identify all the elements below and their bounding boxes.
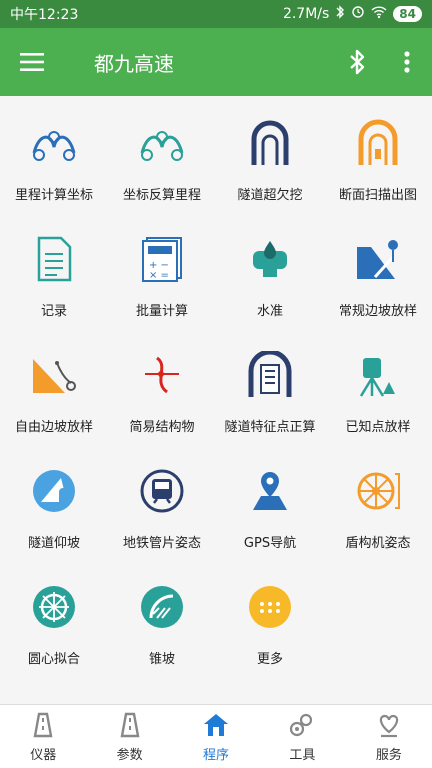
road-icon bbox=[28, 710, 58, 740]
section-scan-icon bbox=[353, 116, 403, 170]
heart-hand-icon bbox=[374, 710, 404, 740]
status-time: 中午12:23 bbox=[10, 7, 79, 23]
program-label: 锥坡 bbox=[148, 652, 175, 667]
program-label: 坐标反算里程 bbox=[122, 188, 201, 203]
menu-button[interactable] bbox=[0, 28, 64, 96]
gps-pin-icon bbox=[245, 464, 295, 518]
program-item[interactable]: 已知点放样 bbox=[324, 338, 432, 454]
program-label: 常规边坡放样 bbox=[338, 304, 417, 319]
program-label: 批量计算 bbox=[135, 304, 188, 319]
program-item[interactable]: GPS导航 bbox=[216, 454, 324, 570]
program-item[interactable]: + − × = 批量计算 bbox=[108, 222, 216, 338]
vertical-dots-icon bbox=[404, 51, 410, 73]
cone-slope-icon bbox=[137, 580, 187, 634]
level-icon bbox=[245, 232, 295, 286]
program-item[interactable]: 地铁管片姿态 bbox=[108, 454, 216, 570]
svg-text:× =: × = bbox=[149, 270, 169, 281]
program-item[interactable]: 常规边坡放样 bbox=[324, 222, 432, 338]
kxy-curve-icon bbox=[29, 116, 79, 170]
program-label: 圆心拟合 bbox=[27, 652, 80, 667]
program-label: 简易结构物 bbox=[129, 420, 195, 435]
nav-tools[interactable]: 工具 bbox=[259, 705, 345, 768]
nav-instrument[interactable]: 仪器 bbox=[0, 705, 86, 768]
program-label: 里程计算坐标 bbox=[14, 188, 93, 203]
calculator-icon: + − × = bbox=[137, 232, 187, 286]
program-label: 隧道超欠挖 bbox=[237, 188, 303, 203]
slope-stakeout-icon bbox=[353, 232, 403, 286]
tbm-icon bbox=[353, 464, 403, 518]
nav-label: 服务 bbox=[375, 748, 402, 763]
nav-programs[interactable]: 程序 bbox=[173, 705, 259, 768]
tunnel-feature-icon bbox=[245, 348, 295, 402]
program-label: 地铁管片姿态 bbox=[122, 536, 201, 551]
program-item[interactable]: 锥坡 bbox=[108, 570, 216, 686]
total-station-icon bbox=[353, 348, 403, 402]
network-speed: 2.7M/s bbox=[282, 6, 330, 22]
program-item[interactable]: 里程计算坐标 bbox=[0, 106, 108, 222]
program-item[interactable]: 隧道超欠挖 bbox=[216, 106, 324, 222]
status-bar: 中午12:23 2.7M/s 84 bbox=[0, 0, 432, 28]
program-item[interactable]: 圆心拟合 bbox=[0, 570, 108, 686]
program-item[interactable]: 更多 bbox=[216, 570, 324, 686]
program-label: 断面扫描出图 bbox=[338, 188, 417, 203]
road-icon bbox=[115, 710, 145, 740]
document-icon bbox=[29, 232, 79, 286]
program-item[interactable]: 自由边坡放样 bbox=[0, 338, 108, 454]
nav-service[interactable]: 服务 bbox=[346, 705, 432, 768]
nav-label: 工具 bbox=[289, 748, 316, 763]
program-item[interactable]: 记录 bbox=[0, 222, 108, 338]
battery-indicator: 84 bbox=[393, 6, 422, 22]
program-label: 已知点放样 bbox=[345, 420, 411, 435]
gears-icon bbox=[287, 710, 317, 740]
program-item[interactable]: 水准 bbox=[216, 222, 324, 338]
bluetooth-status-icon bbox=[335, 5, 345, 23]
tunnel-overbreak-icon bbox=[245, 116, 295, 170]
nav-parameters[interactable]: 参数 bbox=[86, 705, 172, 768]
program-item[interactable]: 盾构机姿态 bbox=[324, 454, 432, 570]
nav-label: 仪器 bbox=[30, 748, 57, 763]
free-slope-icon bbox=[29, 348, 79, 402]
alarm-icon bbox=[351, 5, 365, 23]
program-label: 记录 bbox=[40, 304, 67, 319]
overflow-menu-button[interactable] bbox=[382, 28, 432, 96]
xyk-curve-icon bbox=[137, 116, 187, 170]
program-label: 盾构机姿态 bbox=[345, 536, 411, 551]
circle-fit-icon bbox=[29, 580, 79, 634]
tunnel-slope-icon bbox=[29, 464, 79, 518]
app-bar: 都九高速 bbox=[0, 28, 432, 96]
program-label: GPS导航 bbox=[243, 536, 297, 551]
bluetooth-button[interactable] bbox=[332, 28, 382, 96]
hamburger-icon bbox=[20, 53, 44, 71]
nav-label: 程序 bbox=[203, 748, 230, 763]
structure-icon bbox=[137, 348, 187, 402]
program-grid: 里程计算坐标 坐标反算里程 隧道超欠挖 断面扫描出图 记录 + − × = 批量计… bbox=[0, 96, 432, 704]
program-label: 水准 bbox=[256, 304, 283, 319]
program-item[interactable]: 隧道仰坡 bbox=[0, 454, 108, 570]
program-label: 隧道仰坡 bbox=[27, 536, 80, 551]
home-icon bbox=[201, 710, 231, 740]
program-label: 更多 bbox=[256, 652, 283, 667]
app-title: 都九高速 bbox=[94, 51, 174, 76]
program-item[interactable]: 简易结构物 bbox=[108, 338, 216, 454]
wifi-icon bbox=[371, 5, 387, 23]
nav-label: 参数 bbox=[116, 748, 143, 763]
bottom-navigation: 仪器 参数 程序 工具 服务 bbox=[0, 704, 432, 768]
metro-icon bbox=[137, 464, 187, 518]
more-dots-icon bbox=[245, 580, 295, 634]
program-item[interactable]: 坐标反算里程 bbox=[108, 106, 216, 222]
program-item[interactable]: 断面扫描出图 bbox=[324, 106, 432, 222]
program-item[interactable]: 隧道特征点正算 bbox=[216, 338, 324, 454]
program-label: 隧道特征点正算 bbox=[224, 420, 316, 435]
program-label: 自由边坡放样 bbox=[14, 420, 93, 435]
bluetooth-icon bbox=[350, 49, 365, 75]
